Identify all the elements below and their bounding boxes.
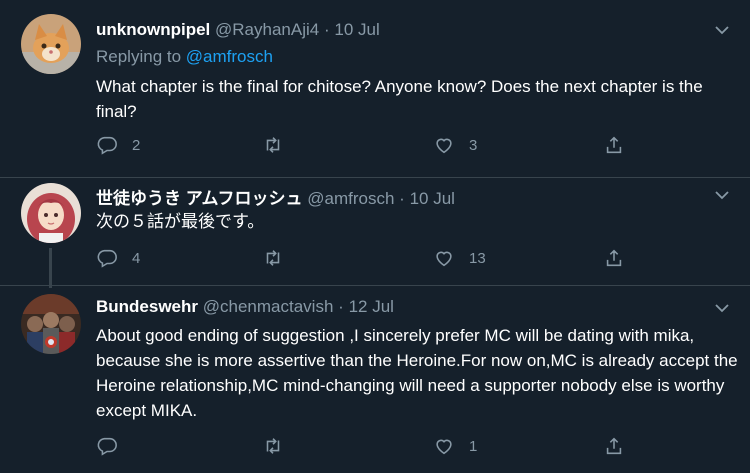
like-button[interactable]: 13: [433, 246, 486, 270]
thread-line: [49, 248, 52, 288]
like-count: 13: [469, 249, 486, 267]
share-icon: [606, 437, 622, 455]
share-button[interactable]: [603, 246, 625, 270]
avatar[interactable]: [21, 294, 81, 354]
reply-button[interactable]: 4: [96, 246, 140, 270]
reply-icon: [97, 249, 117, 268]
reply-count: 4: [132, 249, 141, 267]
chevron-down-icon[interactable]: [714, 187, 730, 203]
retweet-icon: [266, 250, 280, 266]
like-icon: [436, 251, 452, 267]
share-button[interactable]: [603, 434, 625, 458]
date[interactable]: 12 Jul: [349, 297, 394, 316]
reply-button[interactable]: [96, 434, 132, 458]
separator: ·: [399, 189, 405, 208]
reply-icon: [97, 136, 117, 155]
tweet-text: 次の５話が最後です。: [96, 212, 265, 231]
retweet-icon: [266, 137, 280, 153]
tweet-header: Bundeswehr @chenmactavish · 12 Jul: [96, 297, 394, 317]
action-bar: 1: [96, 434, 636, 458]
display-name[interactable]: 世徒ゆうき アムフロッシュ: [96, 189, 303, 208]
like-count: 1: [469, 437, 478, 455]
handle[interactable]: @RayhanAji4: [215, 20, 319, 39]
handle[interactable]: @chenmactavish: [203, 297, 334, 316]
separator: ·: [338, 297, 344, 316]
like-icon: [436, 439, 452, 455]
chevron-down-icon[interactable]: [714, 22, 730, 38]
reply-icon: [97, 437, 117, 456]
action-bar: 2 3: [96, 133, 636, 157]
like-count: 3: [469, 136, 478, 154]
retweet-button[interactable]: [262, 246, 298, 270]
tweet-2[interactable]: 世徒ゆうき アムフロッシュ @amfrosch · 10 Jul 次の５話が最後…: [0, 178, 750, 288]
like-button[interactable]: 1: [433, 434, 477, 458]
tweet-3[interactable]: Bundeswehr @chenmactavish · 12 Jul About…: [0, 286, 750, 473]
display-name[interactable]: unknownpipel: [96, 20, 210, 39]
tweet-header: unknownpipel @RayhanAji4 · 10 Jul: [96, 20, 380, 40]
like-button[interactable]: 3: [433, 133, 477, 157]
share-button[interactable]: [603, 133, 625, 157]
action-bar: 4 13: [96, 246, 636, 270]
tweet-text: About good ending of suggestion ,I since…: [96, 326, 738, 420]
tweet-header: 世徒ゆうき アムフロッシュ @amfrosch · 10 Jul: [96, 184, 455, 209]
replying-to: Replying to @amfrosch: [96, 47, 273, 67]
date[interactable]: 10 Jul: [334, 20, 379, 39]
avatar[interactable]: [21, 14, 81, 74]
chevron-down-icon[interactable]: [714, 300, 730, 316]
tweet-1[interactable]: unknownpipel @RayhanAji4 · 10 Jul Replyi…: [0, 0, 750, 178]
date[interactable]: 10 Jul: [410, 189, 455, 208]
replying-label: Replying to: [96, 47, 182, 66]
reply-button[interactable]: 2: [96, 133, 140, 157]
display-name[interactable]: Bundeswehr: [96, 297, 198, 316]
separator: ·: [323, 20, 330, 39]
reply-count: 2: [132, 136, 141, 154]
replying-handle[interactable]: @amfrosch: [186, 47, 273, 66]
tweet-text: What chapter is the final for chitose? A…: [96, 77, 703, 121]
like-icon: [436, 138, 452, 154]
share-icon: [606, 249, 622, 267]
share-icon: [606, 136, 622, 154]
retweet-icon: [266, 438, 280, 454]
retweet-button[interactable]: [262, 133, 298, 157]
retweet-button[interactable]: [262, 434, 298, 458]
handle[interactable]: @amfrosch: [307, 189, 394, 208]
avatar[interactable]: [21, 183, 81, 243]
